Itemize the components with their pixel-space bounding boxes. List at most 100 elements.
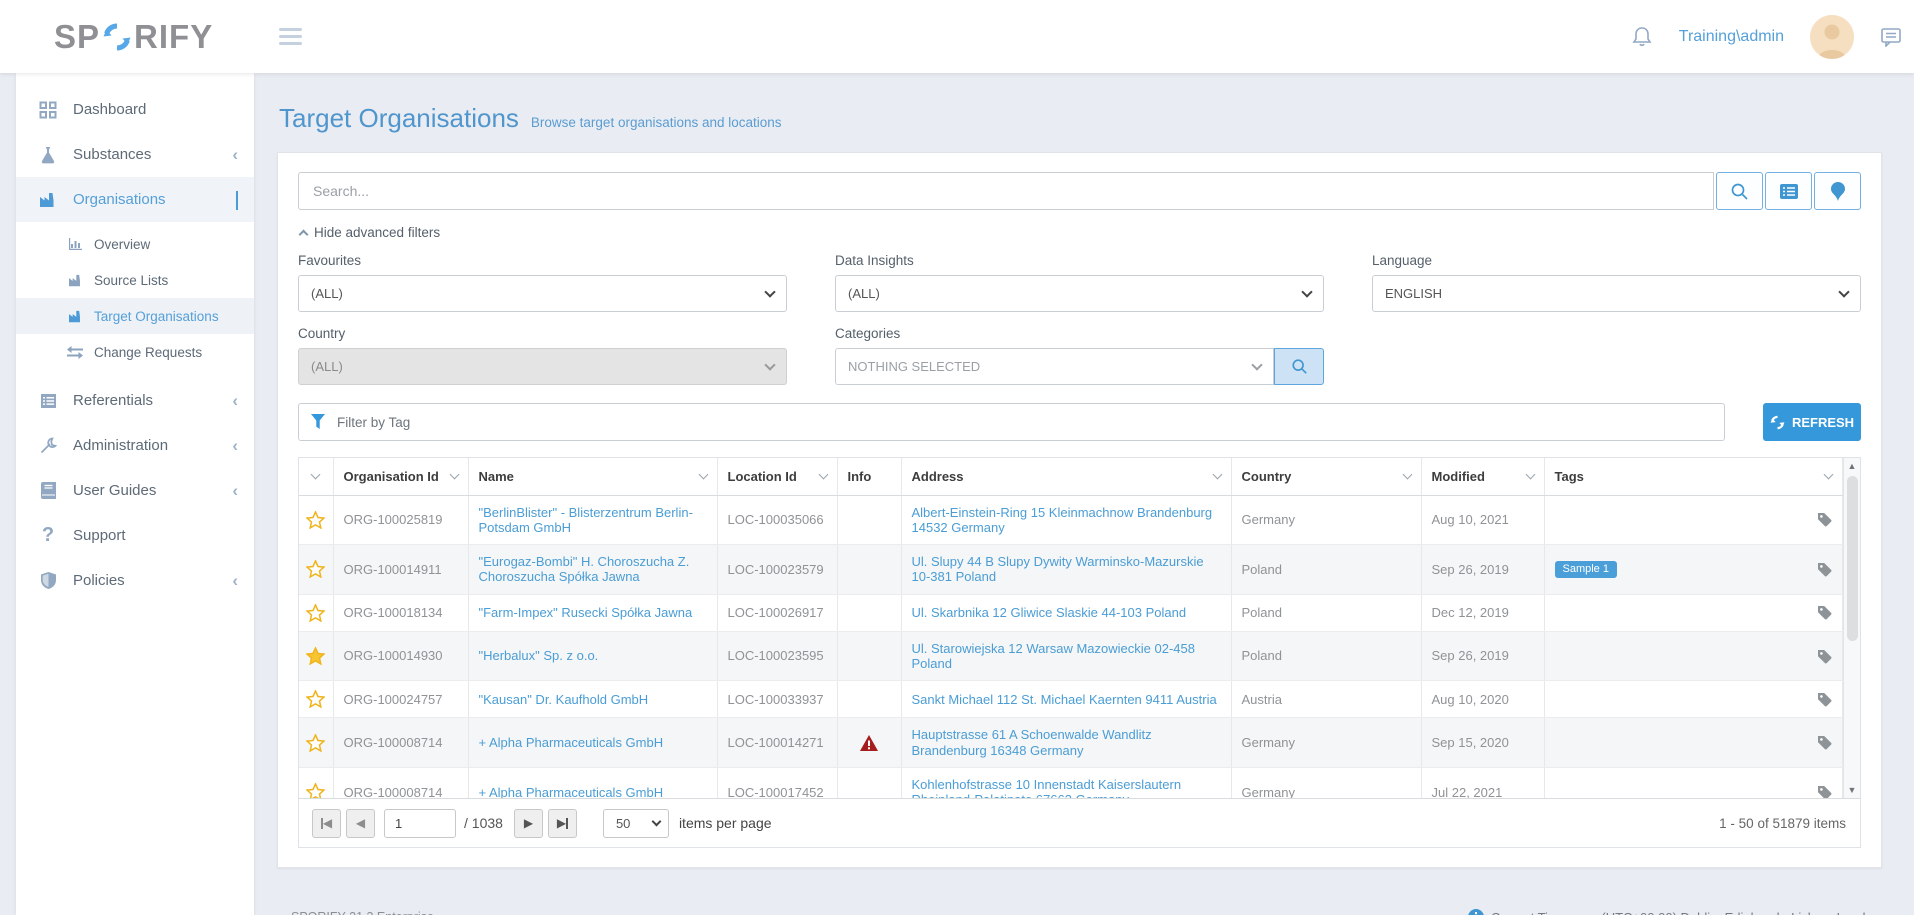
page-number-input[interactable] <box>384 809 456 838</box>
chevron-down-icon[interactable] <box>818 470 828 480</box>
categories-select[interactable]: NOTHING SELECTED <box>835 348 1274 385</box>
tag-icon[interactable] <box>1817 735 1832 750</box>
address-link[interactable]: Hauptstrasse 61 A Schoenwalde Wandlitz B… <box>912 727 1152 757</box>
feedback-chat-icon[interactable] <box>1880 27 1902 47</box>
favourite-star-icon[interactable] <box>306 604 325 622</box>
organisation-name-link[interactable]: "Herbalux" Sp. z o.o. <box>479 648 599 663</box>
table-row[interactable]: ORG-100008714 + Alpha Pharmaceuticals Gm… <box>299 768 1843 798</box>
organisation-name-link[interactable]: + Alpha Pharmaceuticals GmbH <box>479 735 664 750</box>
organisation-name-link[interactable]: "Farm-Impex" Rusecki Spółka Jawna <box>479 605 693 620</box>
address-link[interactable]: Ul. Skarbnika 12 Gliwice Slaskie 44-103 … <box>912 605 1187 620</box>
sidebar-item-source-lists[interactable]: Source Lists <box>16 262 254 298</box>
column-header-modified[interactable]: Modified <box>1421 458 1544 495</box>
column-header-name[interactable]: Name <box>468 458 717 495</box>
column-header-tags[interactable]: Tags <box>1544 458 1843 495</box>
sidebar-item-policies[interactable]: Policies ‹ <box>16 558 254 603</box>
map-view-button[interactable] <box>1814 172 1861 210</box>
first-page-button[interactable]: ◀ <box>312 809 341 838</box>
table-row[interactable]: ORG-100014911 "Eurogaz-Bombi" H. Chorosz… <box>299 545 1843 595</box>
avatar[interactable] <box>1810 15 1854 59</box>
app-logo[interactable]: SP RIFY <box>54 18 213 56</box>
favourite-star-icon[interactable] <box>306 783 325 798</box>
address-link[interactable]: Ul. Slupy 44 B Slupy Dywity Warminsko-Ma… <box>912 554 1204 584</box>
scrollbar-thumb[interactable] <box>1847 476 1858 641</box>
modified-cell: Aug 10, 2020 <box>1421 681 1544 718</box>
favourite-star-icon[interactable] <box>306 511 325 529</box>
tag-icon[interactable] <box>1817 692 1832 707</box>
info-icon <box>1468 909 1484 915</box>
organisation-name-link[interactable]: "Kausan" Dr. Kaufhold GmbH <box>479 692 649 707</box>
search-button[interactable] <box>1716 172 1763 210</box>
tag-icon[interactable] <box>1817 562 1832 577</box>
table-row[interactable]: ORG-100018134 "Farm-Impex" Rusecki Spółk… <box>299 594 1843 631</box>
tag-icon[interactable] <box>1817 605 1832 620</box>
chevron-down-icon[interactable] <box>1402 470 1412 480</box>
sidebar-item-referentials[interactable]: Referentials ‹ <box>16 378 254 423</box>
table-row[interactable]: ORG-100014930 "Herbalux" Sp. z o.o. LOC-… <box>299 631 1843 681</box>
address-link[interactable]: Albert-Einstein-Ring 15 Kleinmachnow Bra… <box>912 505 1213 535</box>
organisation-name-link[interactable]: "Eurogaz-Bombi" H. Choroszucha Z. Choros… <box>479 554 690 584</box>
menu-toggle-icon[interactable] <box>279 24 302 49</box>
table-scrollbar[interactable]: ▲ ▼ <box>1843 458 1860 798</box>
page-size-select[interactable]: 50 <box>603 809 669 838</box>
table-row[interactable]: ORG-100025819 "BerlinBlister" - Blisterz… <box>299 495 1843 545</box>
previous-page-button[interactable]: ◀ <box>346 809 375 838</box>
favourites-select[interactable]: (ALL) <box>298 275 787 312</box>
favourite-star-icon[interactable] <box>306 734 325 752</box>
sidebar-item-administration[interactable]: Administration ‹ <box>16 423 254 468</box>
chevron-down-icon[interactable] <box>311 470 321 480</box>
next-page-button[interactable]: ▶ <box>514 809 543 838</box>
timezone-info: Current Timezone: (UTC+00:00) Dublin, Ed… <box>1468 909 1880 915</box>
favourite-star-icon[interactable] <box>306 560 325 578</box>
organisation-name-cell: "BerlinBlister" - Blisterzentrum Berlin-… <box>468 495 717 545</box>
chevron-down-icon[interactable] <box>449 470 459 480</box>
scroll-down-icon[interactable]: ▼ <box>1848 782 1857 798</box>
table-row[interactable]: ORG-100008714 + Alpha Pharmaceuticals Gm… <box>299 718 1843 768</box>
sidebar-item-label: Overview <box>94 237 150 252</box>
address-link[interactable]: Ul. Starowiejska 12 Warsaw Mazowieckie 0… <box>912 641 1195 671</box>
notifications-bell-icon[interactable] <box>1631 25 1653 49</box>
table-view-button[interactable] <box>1765 172 1812 210</box>
address-link[interactable]: Kohlenhofstrasse 10 Innenstadt Kaisersla… <box>912 777 1182 798</box>
language-select[interactable]: ENGLISH <box>1372 275 1861 312</box>
column-header-organisation-id[interactable]: Organisation Id <box>333 458 468 495</box>
data-insights-select[interactable]: (ALL) <box>835 275 1324 312</box>
address-link[interactable]: Sankt Michael 112 St. Michael Kaernten 9… <box>912 692 1217 707</box>
column-header-country[interactable]: Country <box>1231 458 1421 495</box>
sidebar-item-target-organisations[interactable]: Target Organisations <box>16 298 254 334</box>
country-cell: Germany <box>1231 768 1421 798</box>
organisation-name-cell: + Alpha Pharmaceuticals GmbH <box>468 718 717 768</box>
organisation-name-link[interactable]: + Alpha Pharmaceuticals GmbH <box>479 785 664 798</box>
sidebar-item-change-requests[interactable]: Change Requests <box>16 334 254 370</box>
select-column-header[interactable] <box>299 458 333 495</box>
chevron-down-icon[interactable] <box>1824 470 1834 480</box>
organisation-name-link[interactable]: "BerlinBlister" - Blisterzentrum Berlin-… <box>479 505 693 535</box>
sidebar-item-user-guides[interactable]: User Guides ‹ <box>16 468 254 513</box>
favourite-star-icon[interactable] <box>306 647 325 665</box>
current-user[interactable]: Training\admin <box>1679 28 1784 46</box>
sidebar-item-substances[interactable]: Substances ‹ <box>16 132 254 177</box>
column-header-address[interactable]: Address <box>901 458 1231 495</box>
tags-cell: Sample 1 <box>1544 545 1843 595</box>
chevron-down-icon[interactable] <box>1525 470 1535 480</box>
chevron-down-icon[interactable] <box>1212 470 1222 480</box>
warning-icon[interactable] <box>860 735 878 751</box>
tag-icon[interactable] <box>1817 785 1832 798</box>
tag-icon[interactable] <box>1817 649 1832 664</box>
scroll-up-icon[interactable]: ▲ <box>1848 458 1857 474</box>
refresh-button[interactable]: REFRESH <box>1763 403 1861 441</box>
hide-advanced-filters-toggle[interactable]: Hide advanced filters <box>300 225 1861 240</box>
sidebar-item-organisations[interactable]: Organisations <box>16 177 254 222</box>
sidebar-item-overview[interactable]: Overview <box>16 226 254 262</box>
tag-icon[interactable] <box>1817 512 1832 527</box>
last-page-button[interactable]: ▶ <box>548 809 577 838</box>
table-row[interactable]: ORG-100024757 "Kausan" Dr. Kaufhold GmbH… <box>299 681 1843 718</box>
favourite-star-icon[interactable] <box>306 690 325 708</box>
search-input[interactable] <box>298 172 1714 210</box>
filter-by-tag-input[interactable] <box>298 403 1725 441</box>
categories-search-button[interactable] <box>1274 348 1324 385</box>
column-header-location-id[interactable]: Location Id <box>717 458 837 495</box>
sidebar-item-support[interactable]: ? Support <box>16 513 254 558</box>
sidebar-item-dashboard[interactable]: Dashboard <box>16 87 254 132</box>
chevron-down-icon[interactable] <box>698 470 708 480</box>
